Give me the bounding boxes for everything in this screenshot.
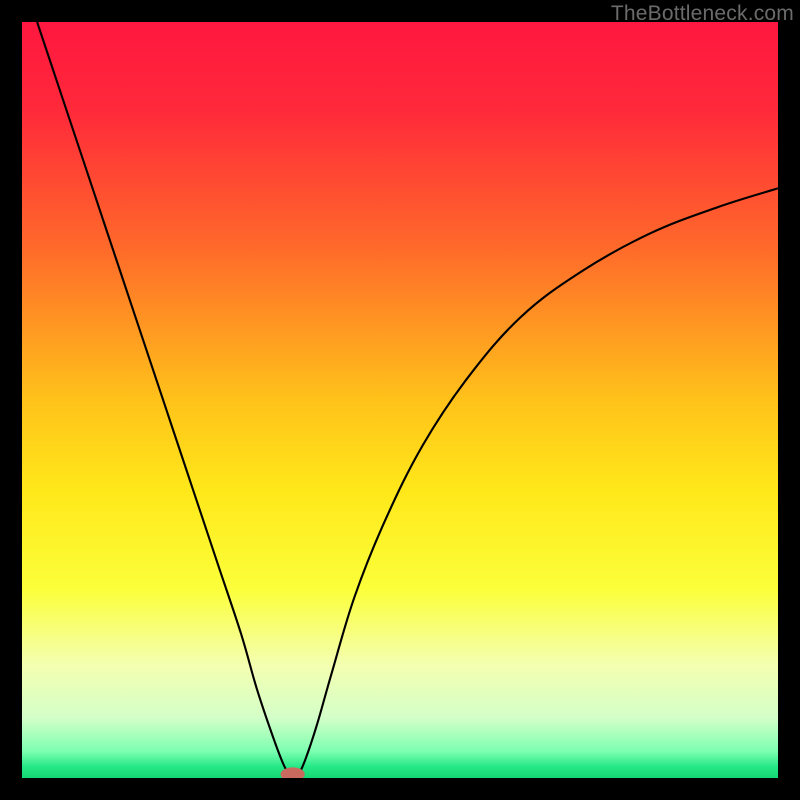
- watermark-text: TheBottleneck.com: [611, 2, 794, 26]
- gradient-background: [22, 22, 778, 778]
- chart-frame: [22, 22, 778, 778]
- bottleneck-chart: [22, 22, 778, 778]
